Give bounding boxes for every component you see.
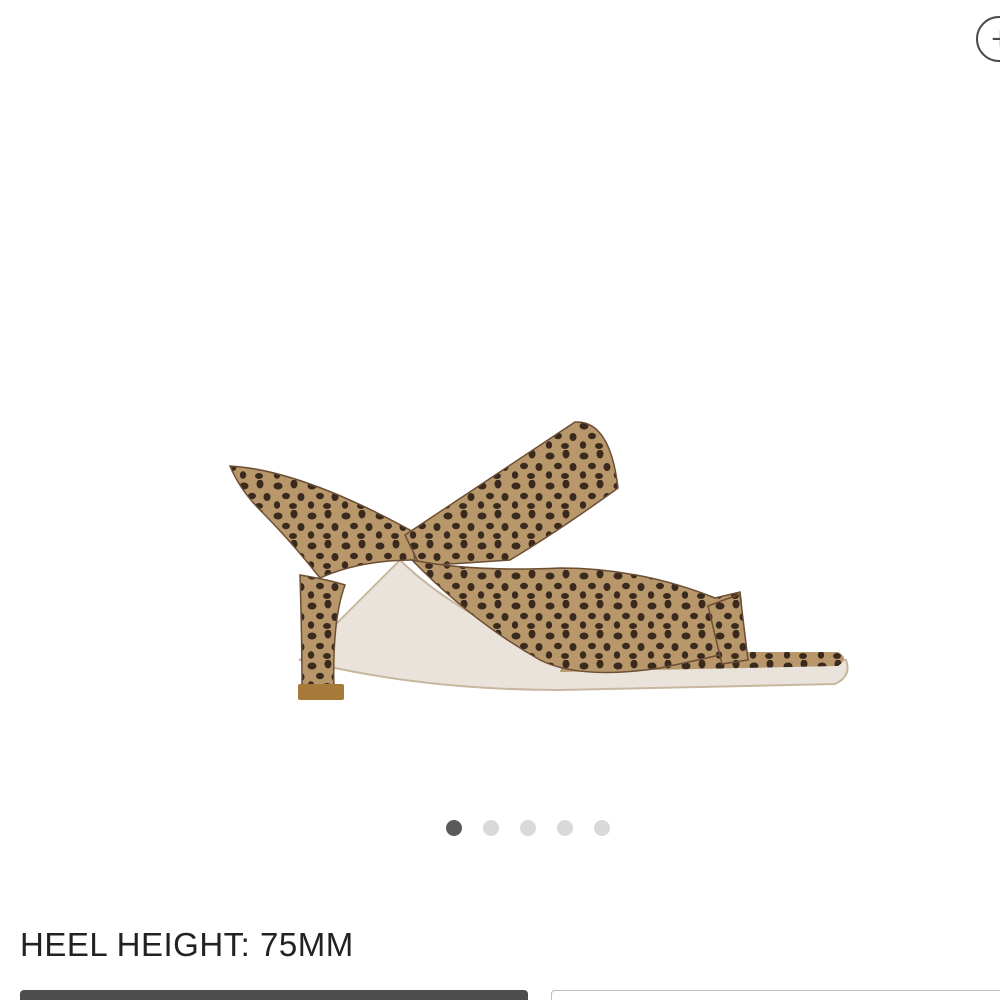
product-page: + [0, 0, 1000, 1000]
add-to-bag-button[interactable] [20, 990, 528, 1000]
carousel-dot-5[interactable] [594, 820, 610, 836]
product-image[interactable] [0, 0, 1000, 800]
carousel-pagination [446, 820, 610, 836]
carousel-dot-2[interactable] [483, 820, 499, 836]
sandal-wide-strap [404, 421, 619, 567]
heel-height-spec: HEEL HEIGHT: 75MM [20, 926, 354, 963]
secondary-button[interactable] [551, 990, 1000, 1000]
heel-tip [298, 684, 344, 700]
sandal-heel-counter [228, 465, 416, 579]
carousel-dot-3[interactable] [520, 820, 536, 836]
carousel-dot-4[interactable] [557, 820, 573, 836]
carousel-dot-1[interactable] [446, 820, 462, 836]
